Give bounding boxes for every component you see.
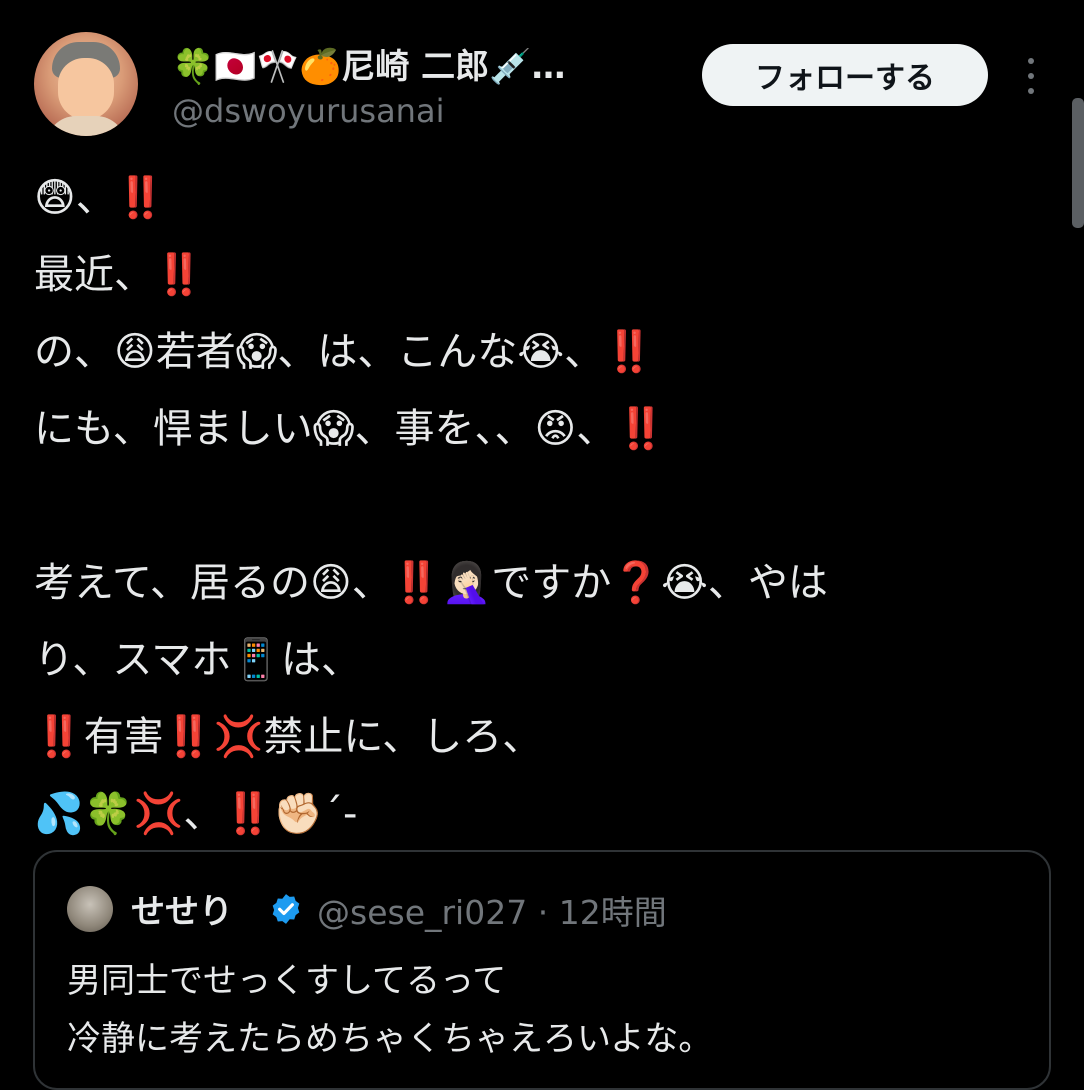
post-line: り、スマホ📱は、: [34, 637, 362, 683]
quote-author-avatar: [67, 886, 113, 932]
more-options-icon[interactable]: [1016, 58, 1046, 94]
quote-time: 12時間: [558, 893, 667, 932]
quote-separator: ·: [537, 893, 549, 932]
post-line-blank: [34, 468, 1054, 545]
post-line: 最近、‼️: [34, 252, 204, 298]
post-line: 考えて、居るの😩、‼️🤦🏻‍♀️ですか❓😭、やは: [34, 560, 828, 606]
avatar-shirt: [46, 116, 126, 136]
quote-text: 男同士でせっくすしてるって 冷静に考えたらめちゃくちゃえろいよな。: [67, 952, 712, 1068]
quoted-post[interactable]: せせり @sese_ri027 · 12時間 男同士でせっくすしてるって 冷静に…: [33, 850, 1051, 1090]
author-handle[interactable]: @dswoyurusanai: [172, 92, 444, 130]
post-line: 💦🍀💢、‼️✊🏻´-: [34, 791, 358, 837]
post-body: 😨、‼️ 最近、‼️ の、😩若者😱、は、こんな😭、‼️ にも、悍ましい😱、事を、…: [34, 160, 1054, 853]
post-line: 😨、‼️: [34, 175, 166, 221]
avatar-face: [58, 58, 114, 120]
post-line: ‼️有害‼️💢禁止に、しろ、: [34, 714, 543, 760]
quote-author-handle: @sese_ri027: [317, 893, 528, 932]
scrollbar[interactable]: [1072, 98, 1084, 228]
quote-line: 冷静に考えたらめちゃくちゃえろいよな。: [67, 1019, 713, 1059]
quote-meta: @sese_ri027 · 12時間: [317, 886, 667, 934]
verified-badge-icon: [272, 894, 300, 924]
follow-button[interactable]: フォローする: [702, 44, 988, 106]
quote-line: 男同士でせっくすしてるって: [67, 961, 507, 1001]
post-line: の、😩若者😱、は、こんな😭、‼️: [34, 329, 654, 375]
author-avatar[interactable]: [34, 32, 138, 136]
post-line: にも、悍ましい😱、事を、、😡、‼️: [34, 406, 667, 452]
quote-author-name: せせり: [131, 892, 233, 932]
post-header: 🍀🇯🇵🎌🍊尼崎 二郎💉… @dswoyurusanai フォローする: [0, 0, 1084, 150]
author-name[interactable]: 🍀🇯🇵🎌🍊尼崎 二郎💉…: [172, 36, 566, 90]
